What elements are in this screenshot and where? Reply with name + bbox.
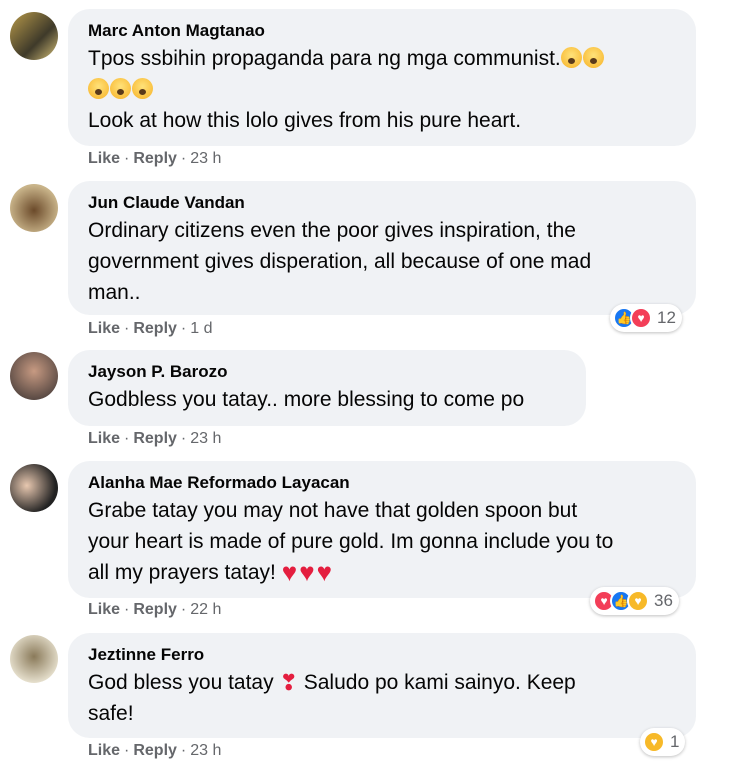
reaction-summary[interactable]: ♥ 1 — [640, 728, 686, 756]
flushed-emoji-icon — [132, 78, 153, 99]
flushed-emoji-icon — [110, 78, 131, 99]
comment-text-line: safe! — [88, 702, 134, 725]
comment-text-line: your heart is made of pure gold. Im gonn… — [88, 530, 614, 553]
comment-bubble: Marc Anton Magtanao Tpos ssbihin propaga… — [68, 9, 696, 146]
comment-text: God bless you tatay ❣ Saludo po kami sai… — [88, 667, 676, 729]
avatar[interactable] — [10, 184, 58, 232]
comment-bubble: Alanha Mae Reformado Layacan Grabe tatay… — [68, 461, 696, 598]
avatar[interactable] — [10, 12, 58, 60]
care-reaction-icon: ♥ — [627, 590, 649, 612]
comment-text-line: all my prayers tatay! — [88, 561, 276, 584]
comment-text-line: Look at how this lolo gives from his pur… — [88, 109, 522, 132]
avatar[interactable] — [10, 464, 58, 512]
comment-actions: Like · Reply · 23 h — [88, 430, 222, 447]
like-button[interactable]: Like — [88, 430, 120, 447]
flushed-emoji-icon — [560, 47, 582, 68]
comment-text: Ordinary citizens even the poor gives in… — [88, 215, 676, 308]
red-heart-emoji-icon: ♥ — [281, 557, 298, 587]
comment-text-line: Ordinary citizens even the poor gives in… — [88, 219, 576, 242]
avatar[interactable] — [10, 635, 58, 683]
reply-button[interactable]: Reply — [133, 320, 177, 337]
reaction-summary[interactable]: 👍 ♥ 12 — [610, 304, 682, 332]
flushed-emoji-icon — [88, 78, 109, 99]
comment-text-line: government gives disperation, all becaus… — [88, 250, 592, 273]
reply-button[interactable]: Reply — [133, 742, 177, 759]
comment-time[interactable]: 23 h — [190, 150, 221, 167]
red-heart-emoji-icon: ♥ — [299, 557, 315, 587]
avatar[interactable] — [10, 352, 58, 400]
comment-text-line: Saludo po kami sainyo. Keep — [303, 671, 576, 694]
comment-author[interactable]: Jayson P. Barozo — [88, 360, 566, 384]
like-button[interactable]: Like — [88, 320, 120, 337]
like-button[interactable]: Like — [88, 601, 120, 618]
comment-time[interactable]: 23 h — [190, 430, 221, 447]
comment-actions: Like · Reply · 22 h — [88, 601, 222, 618]
comment-actions: Like · Reply · 23 h — [88, 150, 222, 167]
heart-exclamation-emoji-icon: ❣ — [279, 670, 298, 695]
comment-actions: Like · Reply · 23 h — [88, 742, 222, 759]
comment-time[interactable]: 1 d — [190, 320, 212, 337]
comment-actions: Like · Reply · 1 d — [88, 320, 213, 337]
reply-button[interactable]: Reply — [133, 430, 177, 447]
comment-time[interactable]: 23 h — [190, 742, 221, 759]
comment-text-line: Tpos ssbihin propaganda para ng mga comm… — [88, 47, 561, 70]
comment-text: Grabe tatay you may not have that golden… — [88, 495, 676, 588]
comment-time[interactable]: 22 h — [190, 601, 221, 618]
comment-author[interactable]: Marc Anton Magtanao — [88, 19, 676, 43]
comment-author[interactable]: Jun Claude Vandan — [88, 191, 676, 215]
flushed-emoji-icon — [582, 47, 604, 68]
comment-text-line: God bless you tatay — [88, 671, 274, 694]
reply-button[interactable]: Reply — [133, 601, 177, 618]
comment-author[interactable]: Alanha Mae Reformado Layacan — [88, 471, 676, 495]
comment-text-line: man.. — [88, 281, 141, 304]
comment-author[interactable]: Jeztinne Ferro — [88, 643, 676, 667]
comment-text: Godbless you tatay.. more blessing to co… — [88, 388, 525, 411]
reply-button[interactable]: Reply — [133, 150, 177, 167]
like-button[interactable]: Like — [88, 150, 120, 167]
reaction-count: 12 — [657, 308, 676, 327]
reaction-summary[interactable]: ♥ 👍 ♥ 36 — [590, 587, 679, 615]
comment-bubble: Jayson P. Barozo Godbless you tatay.. mo… — [68, 350, 586, 426]
red-heart-emoji-icon: ♥ — [316, 557, 333, 587]
reaction-count: 36 — [654, 591, 673, 610]
reaction-count: 1 — [670, 732, 680, 751]
love-reaction-icon: ♥ — [630, 307, 652, 329]
comment-text: Tpos ssbihin propaganda para ng mga comm… — [88, 43, 676, 136]
comment-text-line: Grabe tatay you may not have that golden… — [88, 499, 578, 522]
like-button[interactable]: Like — [88, 742, 120, 759]
comment-bubble: Jun Claude Vandan Ordinary citizens even… — [68, 181, 696, 315]
care-reaction-icon: ♥ — [643, 731, 665, 753]
comment-bubble: Jeztinne Ferro God bless you tatay ❣ Sal… — [68, 633, 696, 738]
